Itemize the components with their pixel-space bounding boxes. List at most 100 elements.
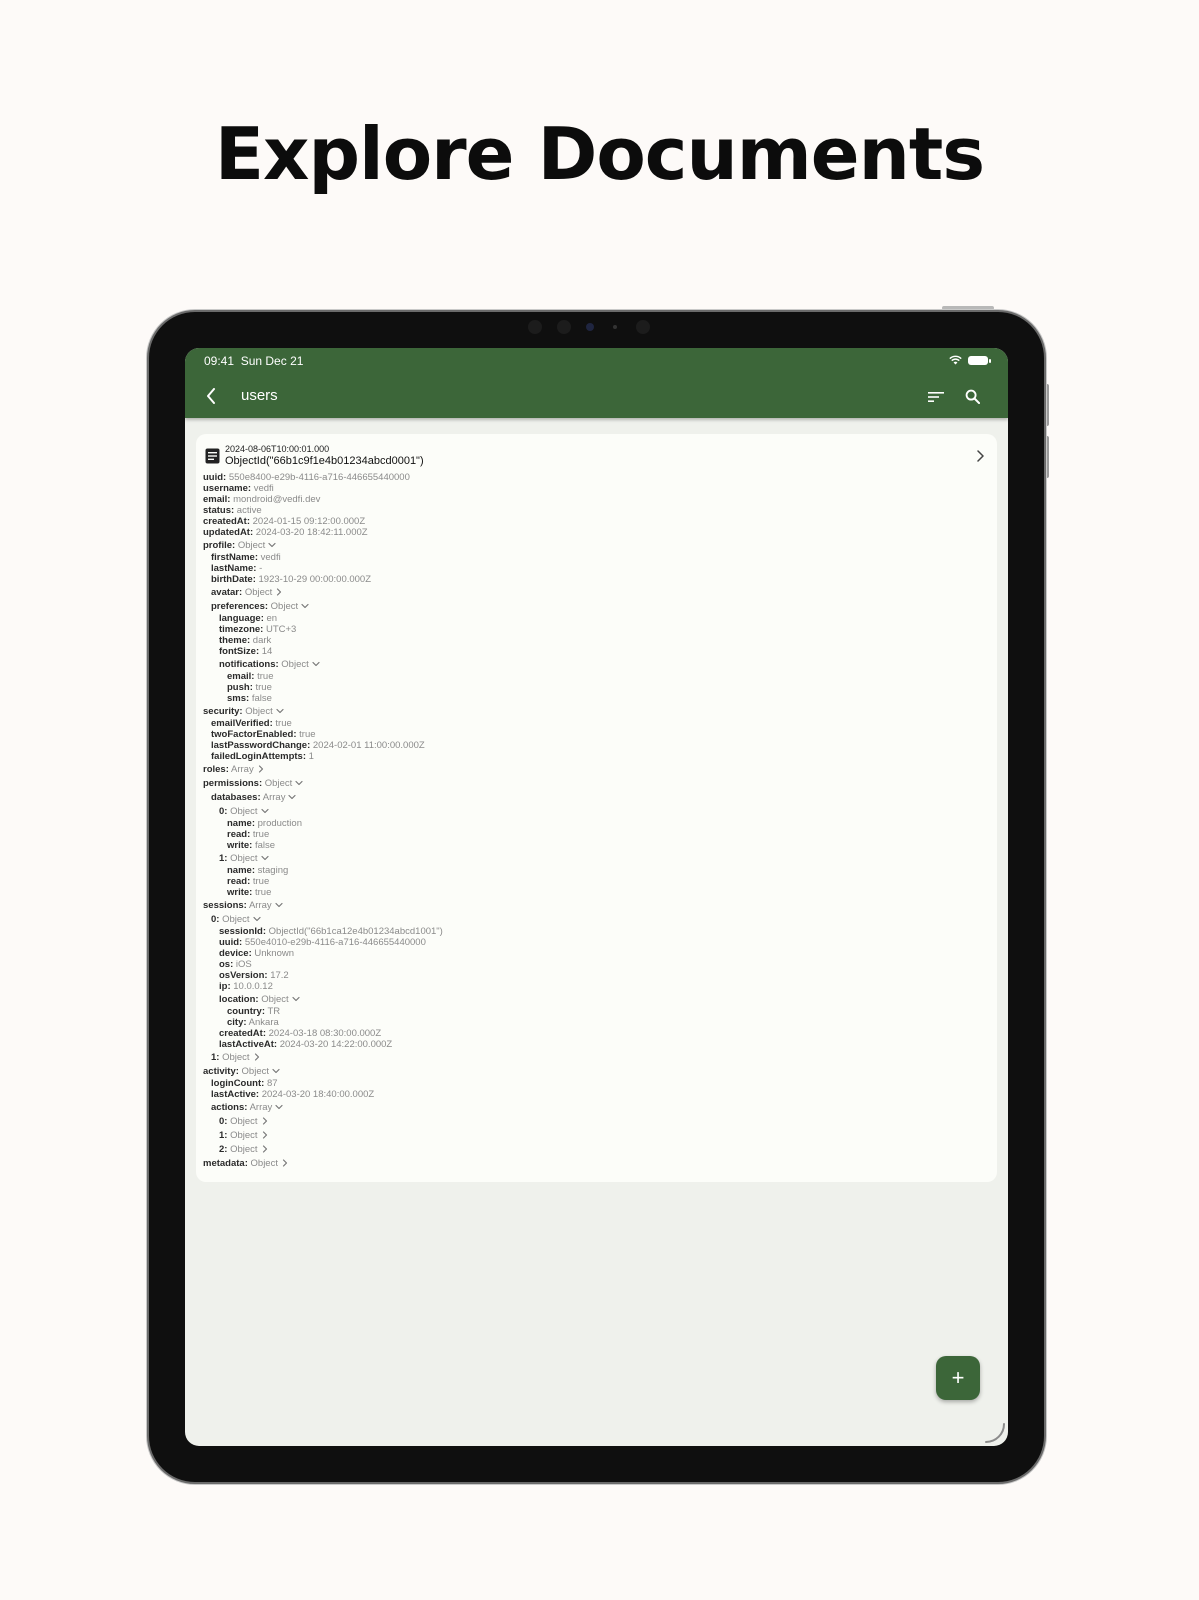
- field-value: Object: [261, 994, 289, 1005]
- field-row: birthDate: 1923-10-29 00:00:00.000Z: [211, 574, 371, 585]
- field-value: Object: [230, 806, 258, 817]
- field-toggle-row[interactable]: metadata: Object: [203, 1158, 289, 1169]
- field-toggle-row[interactable]: avatar: Object: [211, 587, 283, 598]
- field-value: staging: [257, 865, 289, 876]
- field-row: lastActive: 2024-03-20 18:40:00.000Z: [211, 1089, 374, 1100]
- field-row: lastActiveAt: 2024-03-20 14:22:00.000Z: [219, 1039, 392, 1050]
- field-value: true: [257, 671, 274, 682]
- field-value: Object: [237, 540, 266, 551]
- field-toggle-row[interactable]: preferences: Object: [211, 601, 309, 612]
- field-key: write:: [227, 840, 253, 851]
- open-document-button[interactable]: [973, 448, 987, 464]
- field-key: push:: [227, 682, 253, 693]
- field-toggle-row[interactable]: 0: Object: [211, 914, 261, 925]
- field-value: Object: [264, 778, 293, 789]
- field-key: os:: [219, 959, 234, 970]
- field-key: sessions:: [203, 900, 247, 911]
- light-sensor: [613, 325, 617, 329]
- sort-button[interactable]: [925, 386, 947, 408]
- field-toggle-row[interactable]: security: Object: [203, 706, 284, 717]
- field-value: vedfi: [260, 552, 281, 563]
- field-row: read: true: [227, 876, 269, 887]
- field-toggle-row[interactable]: notifications: Object: [219, 659, 320, 670]
- field-value: Unknown: [254, 948, 294, 959]
- field-key: avatar:: [211, 587, 243, 598]
- chevron-down-icon: [260, 809, 269, 814]
- camera-sensor: [636, 320, 650, 334]
- field-key: 0:: [219, 1116, 228, 1127]
- field-key: loginCount:: [211, 1078, 265, 1089]
- field-row: language: en: [219, 613, 277, 624]
- chevron-right-icon: [262, 1145, 267, 1154]
- field-value: iOS: [235, 959, 252, 970]
- field-toggle-row[interactable]: 1: Object: [219, 1130, 269, 1141]
- field-value: false: [251, 693, 272, 704]
- field-value: 2024-03-20 18:42:11.000Z: [255, 527, 368, 538]
- field-key: 1:: [219, 853, 228, 864]
- field-toggle-row[interactable]: 0: Object: [219, 1116, 269, 1127]
- field-key: updatedAt:: [203, 527, 254, 538]
- field-key: theme:: [219, 635, 251, 646]
- field-row: os: iOS: [219, 959, 252, 970]
- document-card[interactable]: 2024-08-06T10:00:01.000 ObjectId("66b1c9…: [196, 434, 997, 1182]
- field-toggle-row[interactable]: sessions: Array: [203, 900, 283, 911]
- document-object-id: ObjectId("66b1c9f1e4b01234abcd0001"): [225, 455, 424, 467]
- field-row: loginCount: 87: [211, 1078, 278, 1089]
- field-value: Object: [241, 1066, 270, 1077]
- field-value: Array: [262, 792, 286, 803]
- field-toggle-row[interactable]: 1: Object: [211, 1052, 261, 1063]
- chevron-down-icon: [272, 1069, 280, 1074]
- field-key: activity:: [203, 1066, 239, 1077]
- search-button[interactable]: [961, 385, 983, 407]
- field-key: fontSize:: [219, 646, 260, 657]
- field-value: 87: [266, 1078, 278, 1089]
- field-value: Array: [231, 764, 254, 775]
- field-toggle-row[interactable]: permissions: Object: [203, 778, 303, 789]
- field-key: write:: [227, 887, 253, 898]
- back-button[interactable]: [199, 384, 223, 408]
- chevron-right-icon: [254, 1053, 259, 1062]
- field-value: true: [252, 829, 270, 840]
- field-value: true: [299, 729, 316, 740]
- battery-icon: [968, 355, 991, 365]
- document-timestamp: 2024-08-06T10:00:01.000: [225, 444, 330, 454]
- field-toggle-row[interactable]: actions: Array: [211, 1102, 283, 1113]
- field-key: uuid:: [219, 937, 243, 948]
- field-key: birthDate:: [211, 574, 256, 585]
- field-key: lastActive:: [211, 1089, 260, 1100]
- field-toggle-row[interactable]: 0: Object: [219, 806, 269, 817]
- field-value: Object: [270, 601, 299, 612]
- field-toggle-row[interactable]: location: Object: [219, 994, 300, 1005]
- chevron-down-icon: [252, 917, 261, 922]
- field-row: ip: 10.0.0.12: [219, 981, 273, 992]
- field-row: sessionId: ObjectId("66b1ca12e4b01234abc…: [219, 926, 443, 937]
- field-toggle-row[interactable]: 1: Object: [219, 853, 269, 864]
- field-row: twoFactorEnabled: true: [211, 729, 316, 740]
- field-toggle-row[interactable]: profile: Object: [203, 540, 276, 551]
- field-row: createdAt: 2024-03-18 08:30:00.000Z: [219, 1028, 381, 1039]
- chevron-right-icon: [262, 1117, 267, 1126]
- field-value: Array: [248, 900, 272, 911]
- field-row: fontSize: 14: [219, 646, 272, 657]
- field-row: lastPasswordChange: 2024-02-01 11:00:00.…: [211, 740, 425, 751]
- field-key: country:: [227, 1006, 265, 1017]
- chevron-right-icon: [277, 588, 282, 597]
- field-row: write: false: [227, 840, 275, 851]
- field-value: Object: [230, 1144, 258, 1155]
- field-toggle-row[interactable]: activity: Object: [203, 1066, 280, 1077]
- field-toggle-row[interactable]: 2: Object: [219, 1144, 269, 1155]
- field-value: 550e8400-e29b-4116-a716-446655440000: [228, 472, 410, 483]
- field-toggle-row[interactable]: roles: Array: [203, 764, 265, 775]
- chevron-down-icon: [312, 662, 320, 667]
- field-value: true: [255, 682, 272, 693]
- field-value: 1923-10-29 00:00:00.000Z: [258, 574, 372, 585]
- field-row: lastName: -: [211, 563, 262, 574]
- chevron-right-icon: [262, 1131, 267, 1140]
- add-document-button[interactable]: +: [936, 1356, 980, 1400]
- resize-corner-indicator: [985, 1423, 1005, 1443]
- field-value: ObjectId("66b1ca12e4b01234abcd1001"): [268, 926, 443, 937]
- field-value: 2024-03-20 14:22:00.000Z: [279, 1039, 393, 1050]
- field-toggle-row[interactable]: databases: Array: [211, 792, 297, 803]
- field-key: roles:: [203, 764, 229, 775]
- field-row: osVersion: 17.2: [219, 970, 289, 981]
